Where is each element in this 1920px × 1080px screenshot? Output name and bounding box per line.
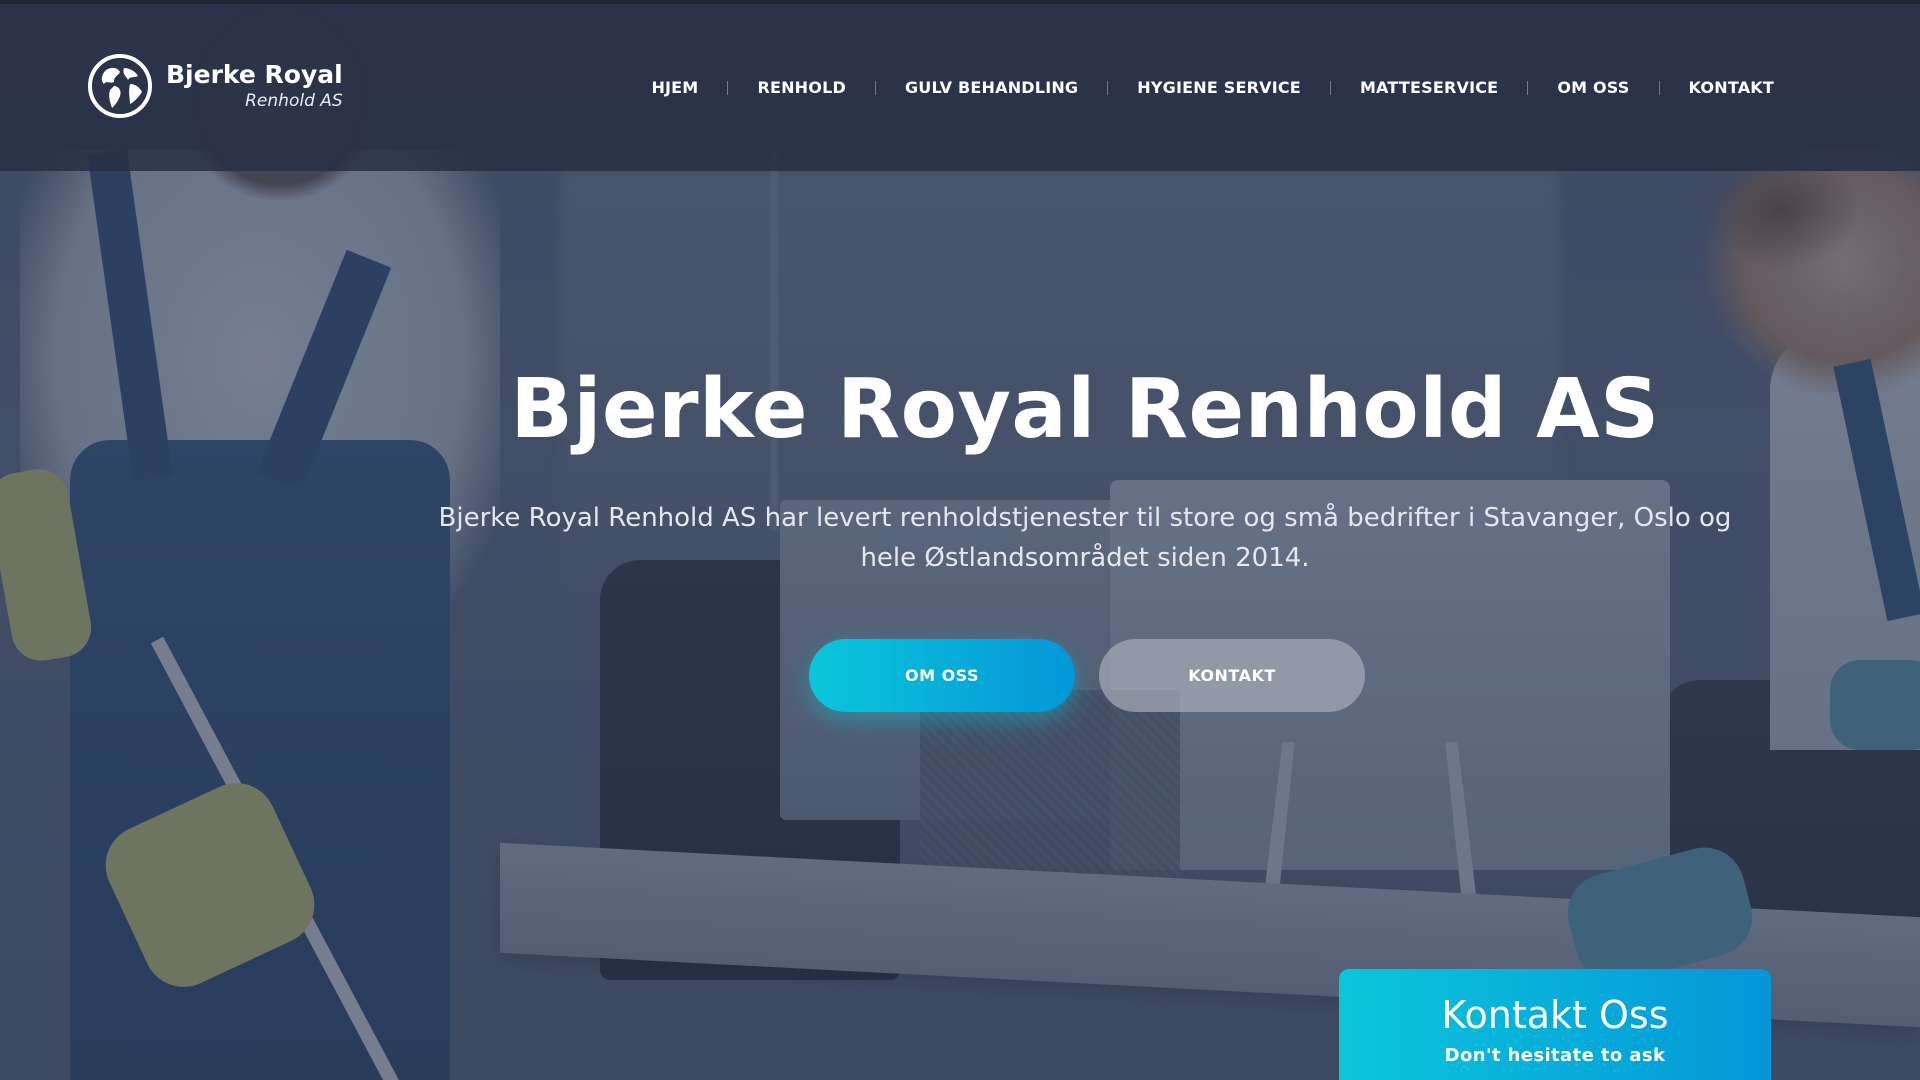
site-header: Bjerke Royal Renhold AS HJEM RENHOLD GUL… — [0, 4, 1920, 171]
nav-divider — [1659, 81, 1660, 95]
brand-name: Bjerke Royal — [166, 60, 343, 90]
nav-divider — [1527, 81, 1528, 95]
nav-item-matteservice[interactable]: MATTESERVICE — [1360, 78, 1498, 97]
main-nav: HJEM RENHOLD GULV BEHANDLING HYGIENE SER… — [651, 78, 1774, 97]
nav-item-renhold[interactable]: RENHOLD — [757, 78, 846, 97]
nav-divider — [1107, 81, 1108, 95]
brand-logo-link[interactable]: Bjerke Royal Renhold AS — [88, 54, 343, 118]
contact-card-title: Kontakt Oss — [1339, 993, 1771, 1037]
brand-tagline: Renhold AS — [166, 90, 343, 112]
hero-title: Bjerke Royal Renhold AS — [0, 360, 1920, 460]
hero-description: Bjerke Royal Renhold AS har levert renho… — [420, 498, 1750, 578]
nav-item-hjem[interactable]: HJEM — [651, 78, 698, 97]
nav-divider — [727, 81, 728, 95]
globe-icon — [88, 54, 152, 118]
contact-card-subtitle: Don't hesitate to ask — [1339, 1045, 1771, 1067]
nav-item-gulv-behandling[interactable]: GULV BEHANDLING — [905, 78, 1078, 97]
nav-divider — [875, 81, 876, 95]
om-oss-button[interactable]: OM OSS — [809, 639, 1075, 712]
nav-item-om-oss[interactable]: OM OSS — [1557, 78, 1629, 97]
kontakt-button[interactable]: KONTAKT — [1099, 639, 1365, 712]
nav-item-kontakt[interactable]: KONTAKT — [1689, 78, 1774, 97]
brand-text: Bjerke Royal Renhold AS — [166, 60, 343, 112]
nav-item-hygiene-service[interactable]: HYGIENE SERVICE — [1137, 78, 1301, 97]
nav-divider — [1330, 81, 1331, 95]
contact-card[interactable]: Kontakt Oss Don't hesitate to ask — [1339, 969, 1771, 1080]
